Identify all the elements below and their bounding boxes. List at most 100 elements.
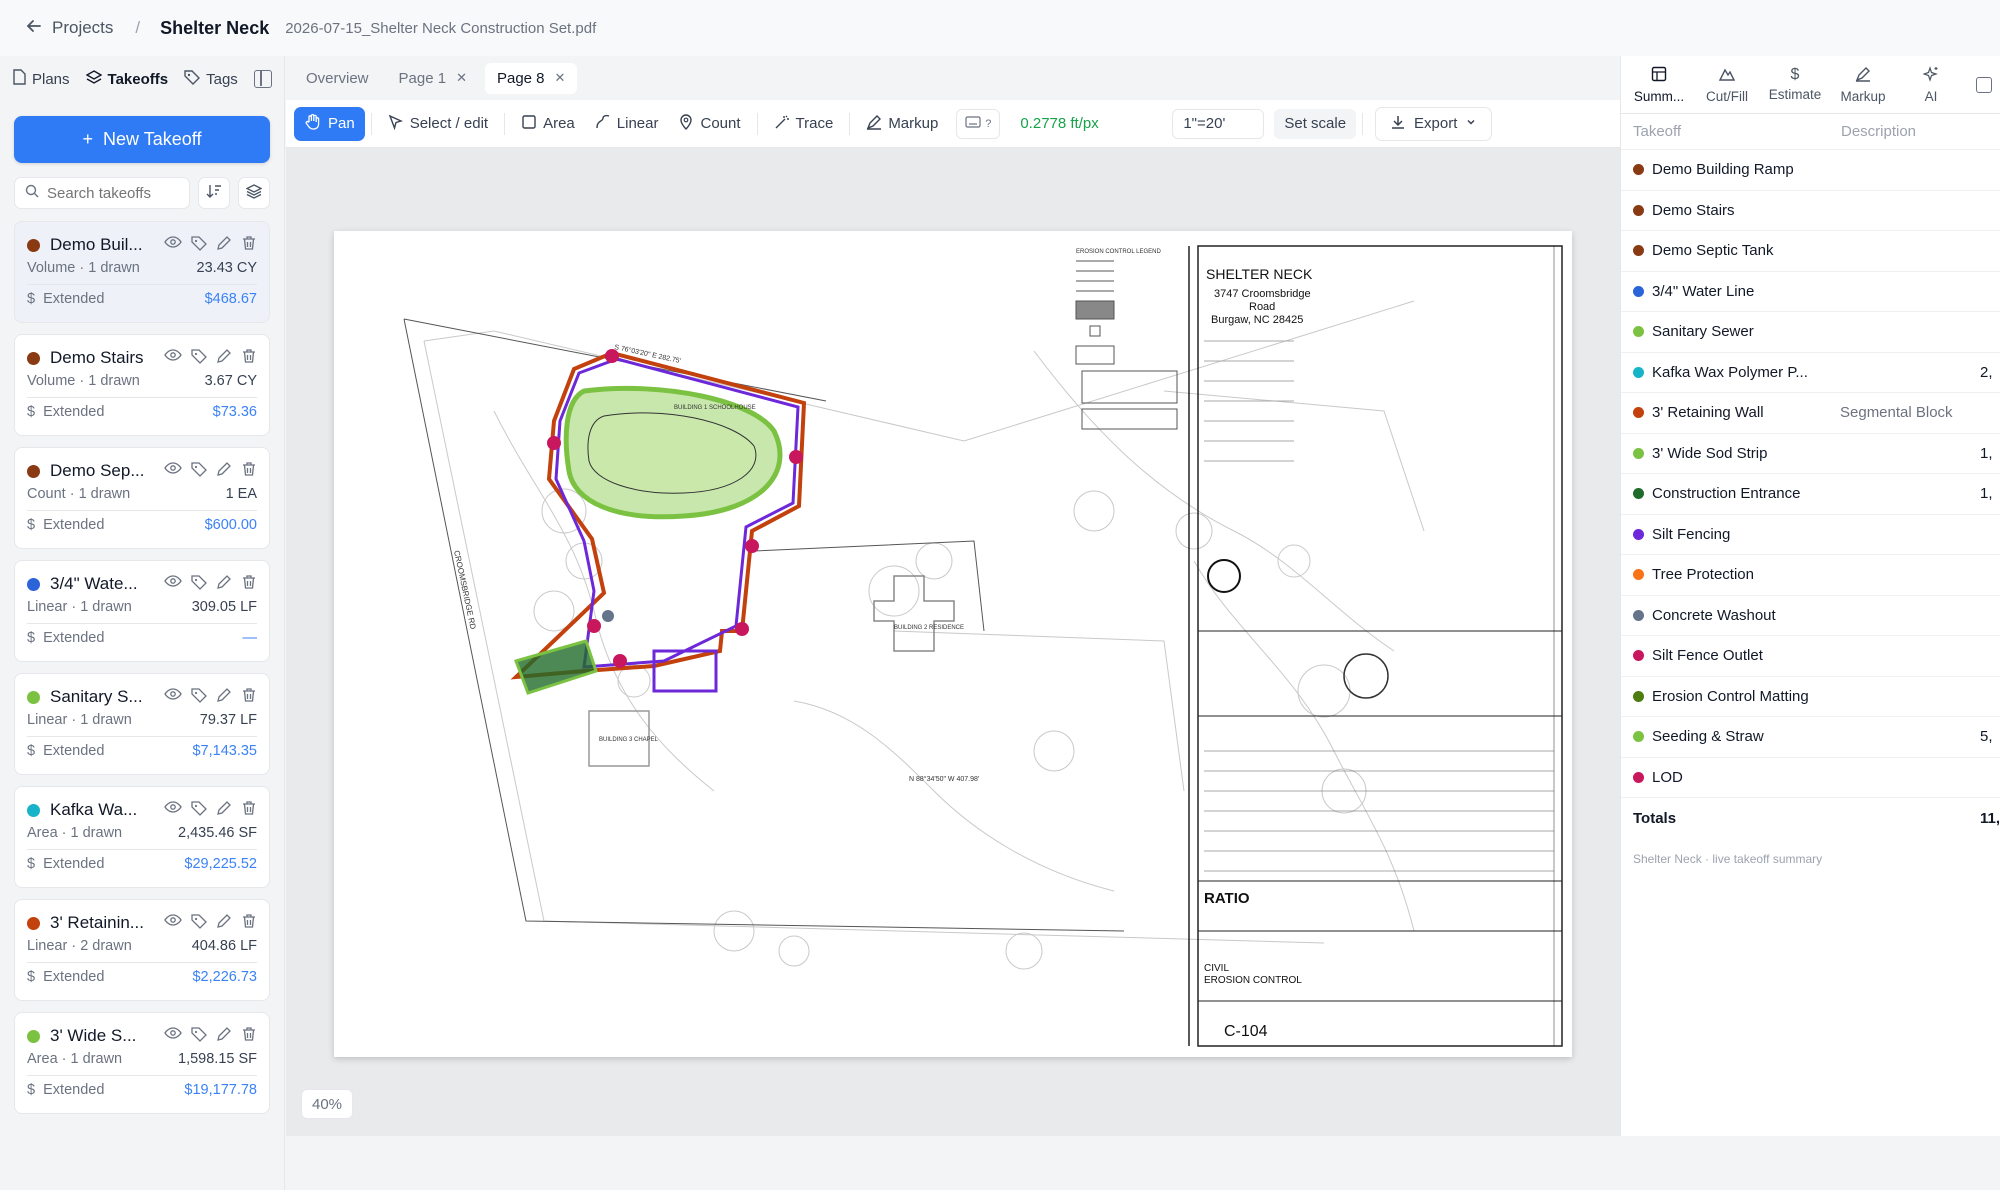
plan-sheet[interactable]: BUILDING 1 SCHOOLHOUSE BUILDING 2 RESIDE… (334, 231, 1572, 1057)
summary-row[interactable]: Silt Fencing (1621, 515, 2000, 555)
tab-summary[interactable]: Summ... (1625, 66, 1693, 104)
linear-tool-button[interactable]: Linear (585, 107, 669, 141)
tab-estimate[interactable]: $ Estimate (1761, 67, 1829, 103)
tag-icon[interactable] (191, 574, 207, 595)
takeoff-card[interactable]: Kafka Wa... Area · 1 drawn 2,435.46 SF $… (14, 786, 270, 888)
page-tab[interactable]: Page 8 ✕ (484, 62, 578, 94)
new-takeoff-button[interactable]: + New Takeoff (14, 116, 270, 163)
card-divider (27, 736, 257, 737)
edit-icon[interactable] (216, 235, 232, 256)
summary-row[interactable]: Silt Fence Outlet (1621, 636, 2000, 677)
tag-icon[interactable] (191, 461, 207, 482)
summary-row[interactable]: Kafka Wax Polymer P... 2, (1621, 353, 2000, 393)
edit-icon[interactable] (216, 800, 232, 821)
shortcuts-button[interactable]: ? (956, 108, 1001, 139)
summary-row[interactable]: Demo Stairs (1621, 191, 2000, 231)
summary-row[interactable]: 3' Retaining Wall Segmental Block (1621, 393, 2000, 434)
pan-tool-button[interactable]: Pan (294, 106, 365, 141)
back-to-projects-link[interactable]: Projects (26, 18, 113, 39)
tag-icon[interactable] (191, 1026, 207, 1047)
tab-takeoffs[interactable]: Takeoffs (85, 69, 168, 89)
collapse-panel-icon[interactable] (1976, 76, 1992, 93)
color-dot (1633, 407, 1644, 419)
takeoff-name: 3/4" Wate... (50, 574, 138, 593)
eye-icon[interactable] (164, 348, 182, 369)
summary-row[interactable]: Seeding & Straw 5, (1621, 717, 2000, 758)
summary-row[interactable]: LOD (1621, 758, 2000, 798)
summary-row[interactable]: 3' Wide Sod Strip 1, (1621, 434, 2000, 474)
eye-icon[interactable] (164, 913, 182, 934)
summary-row[interactable]: 3/4" Water Line (1621, 272, 2000, 312)
summary-row[interactable]: Sanitary Sewer (1621, 312, 2000, 353)
takeoff-card[interactable]: 3' Retainin... Linear · 2 drawn 404.86 L… (14, 899, 270, 1001)
tag-icon[interactable] (191, 235, 207, 256)
takeoff-card[interactable]: Demo Stairs Volume · 1 drawn 3.67 CY $ E… (14, 334, 270, 436)
summary-row[interactable]: Erosion Control Matting (1621, 677, 2000, 717)
tab-ai-label: AI (1924, 88, 1938, 104)
collapse-sidebar-icon[interactable] (254, 70, 272, 88)
search-input[interactable] (47, 184, 187, 202)
count-tool-button[interactable]: Count (668, 107, 750, 141)
edit-icon[interactable] (216, 687, 232, 708)
close-icon[interactable]: ✕ (555, 70, 566, 86)
color-dot (1633, 650, 1644, 662)
zoom-level[interactable]: 40% (301, 1089, 354, 1119)
select-tool-button[interactable]: Select / edit (378, 107, 498, 141)
trash-icon[interactable] (241, 913, 257, 934)
edit-icon[interactable] (216, 574, 232, 595)
takeoff-card[interactable]: Demo Sep... Count · 1 drawn 1 EA $ Exten… (14, 447, 270, 549)
trash-icon[interactable] (241, 800, 257, 821)
trash-icon[interactable] (241, 461, 257, 482)
export-button[interactable]: Export (1375, 106, 1493, 141)
tag-icon[interactable] (191, 800, 207, 821)
summary-panel: Summ... Cut/Fill $ Estimate Markup AI Ta… (1620, 56, 2000, 1136)
set-scale-button[interactable]: Set scale (1274, 108, 1357, 139)
tab-tags[interactable]: Tags (184, 69, 238, 89)
eye-icon[interactable] (164, 235, 182, 256)
tab-ai[interactable]: AI (1897, 65, 1965, 104)
eye-icon[interactable] (164, 1026, 182, 1047)
markup-tool-button[interactable]: Markup (856, 107, 948, 141)
edit-icon[interactable] (216, 913, 232, 934)
takeoff-card[interactable]: Demo Buil... Volume · 1 drawn 23.43 CY $… (14, 221, 270, 323)
tab-markup[interactable]: Markup (1829, 66, 1897, 104)
takeoff-card[interactable]: Sanitary S... Linear · 1 drawn 79.37 LF … (14, 673, 270, 775)
trash-icon[interactable] (241, 1026, 257, 1047)
trace-tool-button[interactable]: Trace (764, 107, 844, 141)
area-tool-button[interactable]: Area (511, 107, 585, 141)
tab-plans[interactable]: Plans (12, 69, 70, 89)
eye-icon[interactable] (164, 574, 182, 595)
page-tab[interactable]: Overview (294, 63, 381, 94)
summary-row[interactable]: Concrete Washout (1621, 596, 2000, 636)
trash-icon[interactable] (241, 235, 257, 256)
takeoff-card[interactable]: 3/4" Wate... Linear · 1 drawn 309.05 LF … (14, 560, 270, 662)
summary-value: 2, (1980, 363, 1993, 381)
curve-icon (595, 114, 611, 134)
tag-icon[interactable] (191, 687, 207, 708)
extended-price: — (242, 630, 258, 646)
tab-cut-fill-label: Cut/Fill (1705, 88, 1748, 104)
close-icon[interactable]: ✕ (456, 70, 467, 86)
eye-icon[interactable] (164, 461, 182, 482)
edit-icon[interactable] (216, 348, 232, 369)
layers-button[interactable] (238, 177, 270, 209)
tab-cut-fill[interactable]: Cut/Fill (1693, 66, 1761, 104)
edit-icon[interactable] (216, 1026, 232, 1047)
summary-row[interactable]: Demo Septic Tank (1621, 231, 2000, 272)
color-dot (1633, 447, 1644, 459)
takeoff-card[interactable]: 3' Wide S... Area · 1 drawn 1,598.15 SF … (14, 1012, 270, 1114)
eye-icon[interactable] (164, 687, 182, 708)
summary-row[interactable]: Demo Building Ramp (1621, 150, 2000, 191)
tag-icon[interactable] (191, 348, 207, 369)
page-tab[interactable]: Page 1 ✕ (387, 63, 479, 94)
scale-input[interactable]: 1"=20' (1172, 108, 1265, 139)
summary-row[interactable]: Construction Entrance 1, (1621, 474, 2000, 515)
trash-icon[interactable] (241, 574, 257, 595)
summary-row[interactable]: Tree Protection (1621, 555, 2000, 596)
trash-icon[interactable] (241, 687, 257, 708)
edit-icon[interactable] (216, 461, 232, 482)
sort-button[interactable] (198, 177, 230, 209)
tag-icon[interactable] (191, 913, 207, 934)
trash-icon[interactable] (241, 348, 257, 369)
eye-icon[interactable] (164, 800, 182, 821)
